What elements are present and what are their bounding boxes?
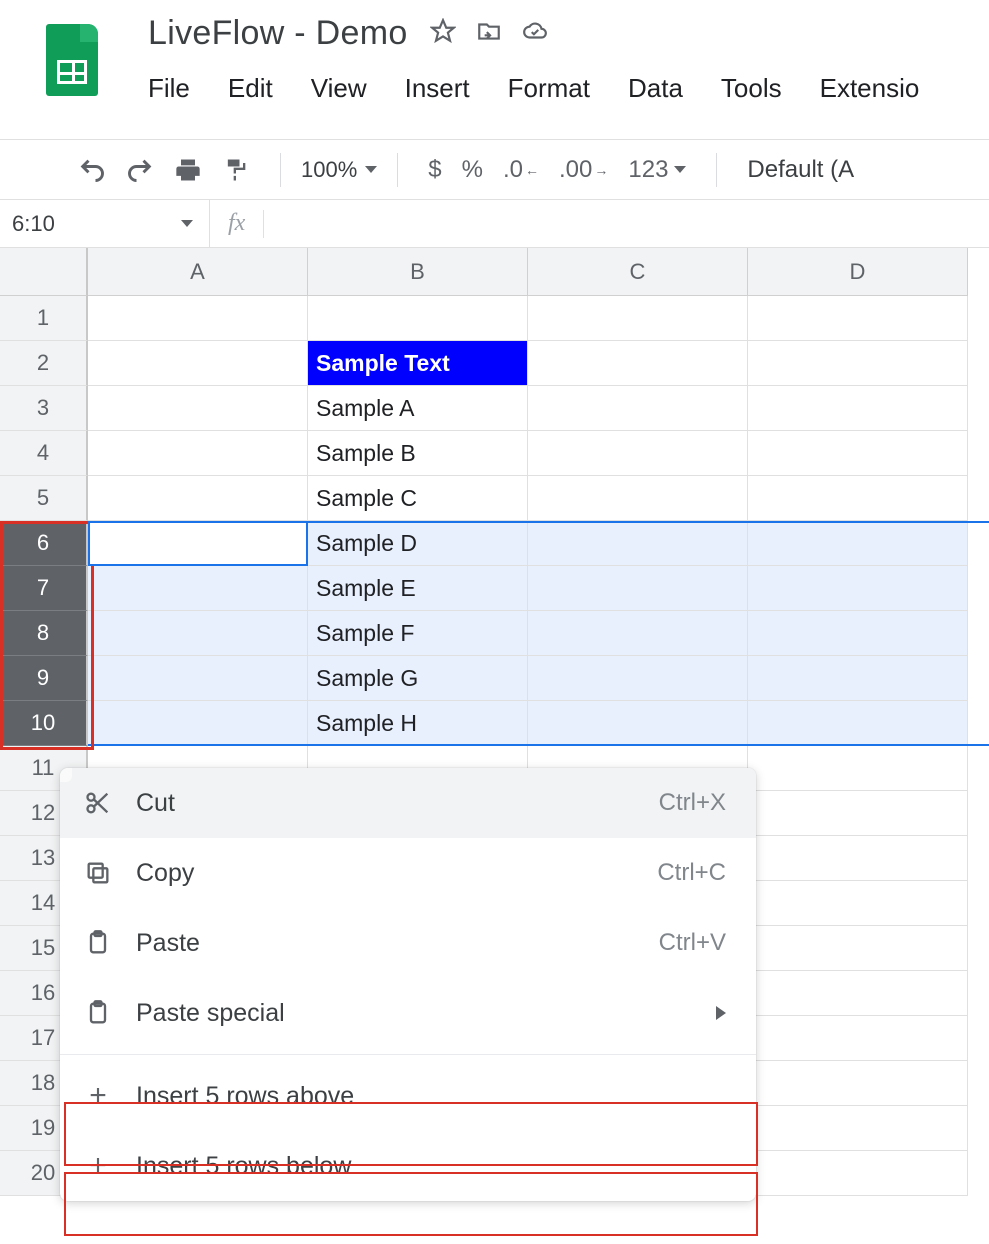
print-button[interactable] bbox=[164, 156, 212, 184]
ctx-paste-label: Paste bbox=[136, 929, 200, 958]
row-header-6[interactable]: 6 bbox=[0, 521, 88, 566]
chevron-down-icon bbox=[181, 220, 193, 227]
menu-data[interactable]: Data bbox=[628, 73, 683, 104]
cell-B10[interactable]: Sample H bbox=[308, 701, 528, 746]
ctx-insert-above-label: Insert 5 rows above bbox=[136, 1082, 354, 1111]
name-box[interactable]: 6:10 bbox=[0, 200, 210, 247]
plus-icon: + bbox=[84, 1079, 112, 1113]
context-menu-divider bbox=[60, 1054, 756, 1055]
ctx-cut-label: Cut bbox=[136, 789, 175, 818]
zoom-value: 100% bbox=[301, 157, 357, 183]
move-folder-icon[interactable] bbox=[476, 18, 502, 49]
increase-decimals-button[interactable]: .00→ bbox=[549, 156, 618, 184]
ctx-paste[interactable]: Paste Ctrl+V bbox=[60, 908, 756, 978]
toolbar: 100% $ % .0← .00→ 123 Default (A bbox=[0, 140, 989, 200]
formula-input[interactable] bbox=[264, 200, 989, 247]
menu-view[interactable]: View bbox=[311, 73, 367, 104]
column-header-a[interactable]: A bbox=[88, 248, 308, 295]
ctx-insert-rows-above[interactable]: + Insert 5 rows above bbox=[60, 1061, 756, 1131]
ctx-paste-special-label: Paste special bbox=[136, 999, 285, 1028]
row-header-4[interactable]: 4 bbox=[0, 431, 88, 476]
format-currency-button[interactable]: $ bbox=[418, 156, 451, 184]
cloud-status-icon[interactable] bbox=[522, 18, 548, 49]
plus-icon: + bbox=[84, 1149, 112, 1183]
cell-B2[interactable]: Sample Text bbox=[308, 341, 528, 386]
chevron-down-icon bbox=[365, 166, 377, 173]
menu-format[interactable]: Format bbox=[508, 73, 590, 104]
star-icon[interactable] bbox=[430, 18, 456, 49]
number-format-dropdown[interactable]: 123 bbox=[618, 156, 696, 184]
ctx-copy-shortcut: Ctrl+C bbox=[657, 859, 726, 887]
cell-B7[interactable]: Sample E bbox=[308, 566, 528, 611]
undo-button[interactable] bbox=[68, 156, 116, 184]
cell-B5[interactable]: Sample C bbox=[308, 476, 528, 521]
menu-bar: File Edit View Insert Format Data Tools … bbox=[148, 73, 919, 104]
redo-button[interactable] bbox=[116, 156, 164, 184]
decrease-decimals-button[interactable]: .0← bbox=[493, 156, 549, 184]
chevron-right-icon bbox=[716, 1006, 726, 1020]
formula-bar-row: 6:10 fx bbox=[0, 200, 989, 248]
document-title[interactable]: LiveFlow - Demo bbox=[148, 14, 408, 53]
ctx-copy-label: Copy bbox=[136, 859, 194, 888]
menu-insert[interactable]: Insert bbox=[405, 73, 470, 104]
column-header-d[interactable]: D bbox=[748, 248, 968, 295]
column-header-row: A B C D bbox=[0, 248, 989, 296]
ctx-copy[interactable]: Copy Ctrl+C bbox=[60, 838, 756, 908]
row-header-3[interactable]: 3 bbox=[0, 386, 88, 431]
zoom-dropdown[interactable]: 100% bbox=[301, 157, 377, 183]
menu-edit[interactable]: Edit bbox=[228, 73, 273, 104]
row-header-2[interactable]: 2 bbox=[0, 341, 88, 386]
row-header-9[interactable]: 9 bbox=[0, 656, 88, 701]
cell-B4[interactable]: Sample B bbox=[308, 431, 528, 476]
ctx-paste-shortcut: Ctrl+V bbox=[659, 929, 726, 957]
row-header-8[interactable]: 8 bbox=[0, 611, 88, 656]
fx-label: fx bbox=[210, 210, 263, 237]
context-menu: Cut Ctrl+X Copy Ctrl+C Paste Ctrl+V Past… bbox=[60, 768, 756, 1201]
document-header: LiveFlow - Demo File Edit View Insert Fo… bbox=[0, 0, 989, 140]
row-header-10[interactable]: 10 bbox=[0, 701, 88, 746]
row-header-5[interactable]: 5 bbox=[0, 476, 88, 521]
column-header-c[interactable]: C bbox=[528, 248, 748, 295]
menu-tools[interactable]: Tools bbox=[721, 73, 782, 104]
copy-icon bbox=[84, 859, 112, 887]
row-header-7[interactable]: 7 bbox=[0, 566, 88, 611]
ctx-insert-below-label: Insert 5 rows below bbox=[136, 1152, 351, 1181]
cell-B9[interactable]: Sample G bbox=[308, 656, 528, 701]
ctx-cut-shortcut: Ctrl+X bbox=[659, 789, 726, 817]
scissors-icon bbox=[84, 789, 112, 817]
column-header-b[interactable]: B bbox=[308, 248, 528, 295]
row-header-1[interactable]: 1 bbox=[0, 296, 88, 341]
paint-format-button[interactable] bbox=[212, 156, 260, 184]
sheets-logo-icon bbox=[46, 24, 98, 96]
clipboard-icon bbox=[84, 999, 112, 1027]
name-box-value: 6:10 bbox=[12, 211, 55, 237]
cell-B8[interactable]: Sample F bbox=[308, 611, 528, 656]
format-percent-button[interactable]: % bbox=[452, 156, 493, 184]
clipboard-icon bbox=[84, 929, 112, 957]
cell-B3[interactable]: Sample A bbox=[308, 386, 528, 431]
menu-extensions[interactable]: Extensio bbox=[820, 73, 920, 104]
select-all-corner[interactable] bbox=[0, 248, 88, 296]
menu-file[interactable]: File bbox=[148, 73, 190, 104]
ctx-cut[interactable]: Cut Ctrl+X bbox=[60, 768, 756, 838]
chevron-down-icon bbox=[674, 166, 686, 173]
font-dropdown[interactable]: Default (A bbox=[737, 156, 864, 184]
ctx-paste-special[interactable]: Paste special bbox=[60, 978, 756, 1048]
cell-B6[interactable]: Sample D bbox=[308, 521, 528, 566]
ctx-insert-rows-below[interactable]: + Insert 5 rows below bbox=[60, 1131, 756, 1201]
